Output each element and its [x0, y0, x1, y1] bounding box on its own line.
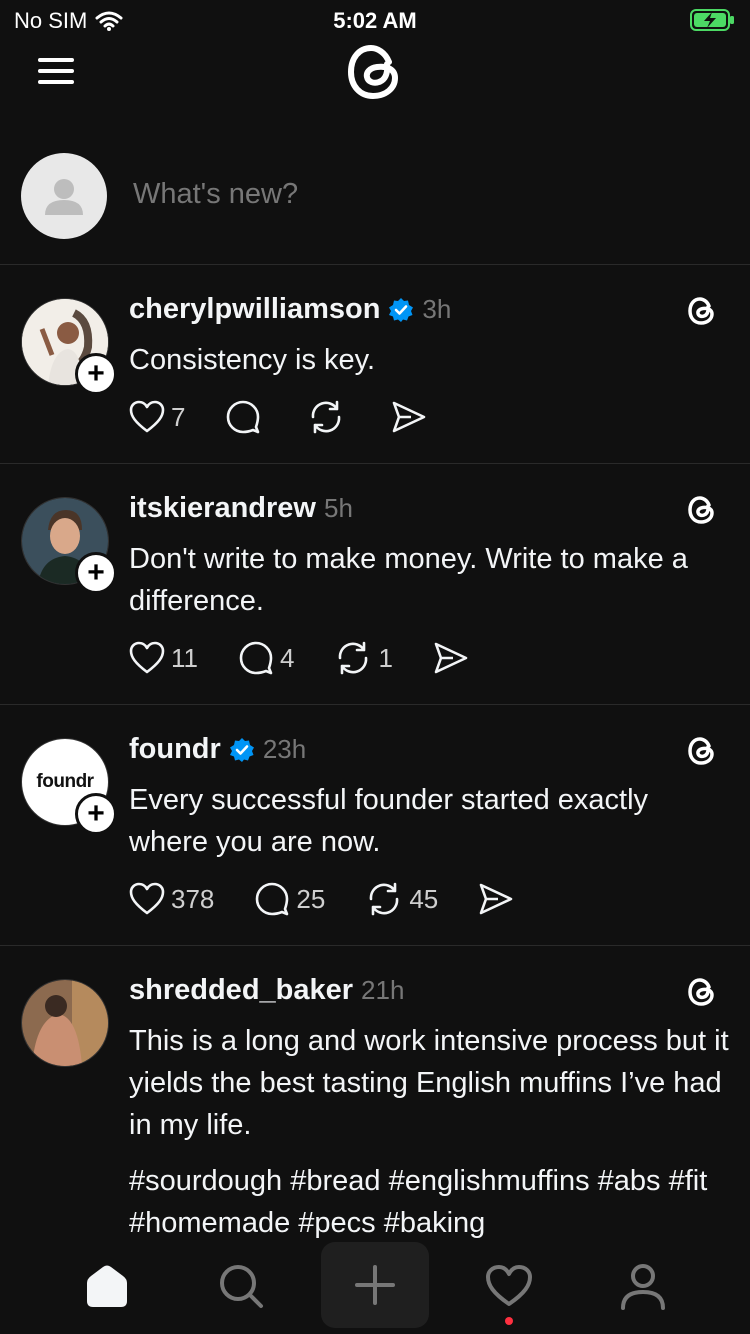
- threads-mini-icon[interactable]: [686, 976, 718, 1008]
- follow-button[interactable]: +: [75, 353, 117, 395]
- post-header: foundr 23h: [129, 733, 306, 766]
- share-icon: [393, 401, 426, 433]
- post-avatar[interactable]: [21, 979, 109, 1067]
- username[interactable]: cherylpwilliamson: [129, 293, 380, 326]
- repost-button[interactable]: [307, 399, 351, 435]
- threads-logo-icon[interactable]: [343, 40, 407, 104]
- battery-charging-icon: [690, 9, 734, 31]
- heart-icon: [129, 641, 165, 674]
- menu-icon[interactable]: [38, 56, 74, 84]
- composer-input[interactable]: What's new?: [133, 178, 298, 211]
- threads-mini-icon[interactable]: [686, 735, 718, 767]
- foundr-logo: foundr: [36, 771, 94, 792]
- post[interactable]: + cherylpwilliamson 3h Consistency is ke…: [0, 265, 750, 464]
- post-header: shredded_baker 21h: [129, 974, 404, 1007]
- tab-create[interactable]: [321, 1242, 429, 1328]
- avatar: [21, 979, 109, 1067]
- tab-search[interactable]: [191, 1238, 291, 1334]
- reply-button[interactable]: 25: [254, 881, 325, 917]
- tab-profile[interactable]: [593, 1238, 693, 1334]
- post-avatar[interactable]: +: [21, 497, 117, 594]
- share-button[interactable]: [433, 641, 469, 675]
- post-header: cherylpwilliamson 3h: [129, 293, 451, 326]
- username[interactable]: itskierandrew: [129, 492, 316, 525]
- notification-dot: [505, 1317, 513, 1325]
- comment-icon: [227, 400, 260, 434]
- post-avatar[interactable]: +: [21, 298, 117, 395]
- post-actions: 7: [129, 399, 467, 435]
- repost-count: 1: [378, 642, 393, 673]
- post-time: 5h: [323, 493, 353, 523]
- repost-count: 45: [409, 883, 439, 914]
- repost-button[interactable]: 1: [334, 640, 393, 676]
- like-button[interactable]: 7: [129, 400, 185, 434]
- tab-home[interactable]: [57, 1238, 157, 1334]
- post-time: 3h: [422, 294, 452, 324]
- heart-icon: [486, 1265, 532, 1306]
- post-actions: 378 25 45: [129, 881, 554, 917]
- user-avatar[interactable]: [21, 153, 107, 239]
- heart-icon: [129, 882, 165, 915]
- post-time: 21h: [361, 975, 405, 1005]
- default-avatar-icon: [45, 179, 83, 215]
- repost-icon: [339, 641, 368, 675]
- verified-badge-icon: [229, 737, 254, 762]
- repost-icon: [312, 400, 341, 434]
- home-icon: [87, 1265, 127, 1307]
- search-icon: [220, 1265, 263, 1308]
- comment-icon: [239, 641, 273, 675]
- reply-button[interactable]: 4: [238, 640, 294, 676]
- reply-button[interactable]: [225, 399, 267, 435]
- share-button[interactable]: [478, 882, 514, 916]
- status-bar: No SIM 5:02 AM: [0, 0, 750, 40]
- heart-icon: [129, 400, 165, 433]
- verified-badge-icon: [389, 297, 414, 322]
- post[interactable]: + itskierandrew 5h Don't write to make m…: [0, 464, 750, 705]
- follow-button[interactable]: +: [75, 793, 117, 835]
- post[interactable]: foundr + foundr 23h Every successful fou…: [0, 705, 750, 946]
- follow-button[interactable]: +: [75, 552, 117, 594]
- post-text: Every successful founder started exactly…: [129, 784, 649, 858]
- like-count: 378: [171, 883, 215, 914]
- create-icon: [355, 1265, 395, 1305]
- profile-icon: [621, 1264, 665, 1310]
- share-button[interactable]: [391, 400, 427, 434]
- reply-count: 4: [280, 642, 295, 673]
- like-button[interactable]: 378: [129, 882, 214, 916]
- post-avatar[interactable]: foundr +: [21, 738, 117, 835]
- comment-icon: [256, 882, 289, 916]
- post-text: Don't write to make money. Write to make…: [129, 543, 688, 617]
- avatar-photo-icon: [22, 980, 108, 1066]
- post[interactable]: shredded_baker 21h This is a long and wo…: [0, 946, 750, 1238]
- bottom-tab-bar: [0, 1238, 750, 1334]
- post-text: Consistency is key.: [129, 344, 376, 376]
- repost-button[interactable]: 45: [365, 881, 438, 917]
- like-count: 7: [171, 401, 186, 432]
- share-icon: [434, 642, 468, 674]
- app-header: [0, 40, 750, 110]
- post-header: itskierandrew 5h: [129, 492, 353, 525]
- share-icon: [479, 883, 513, 915]
- like-button[interactable]: 11: [129, 641, 198, 675]
- post-actions: 11 4 1: [129, 640, 509, 676]
- like-count: 11: [171, 642, 198, 673]
- username[interactable]: foundr: [129, 733, 221, 766]
- new-post-composer[interactable]: What's new?: [0, 150, 750, 265]
- post-text: This is a long and work intensive proces…: [129, 1025, 729, 1141]
- clock: 5:02 AM: [333, 8, 417, 33]
- username[interactable]: shredded_baker: [129, 974, 353, 1007]
- post-time: 23h: [262, 734, 307, 764]
- repost-icon: [370, 882, 399, 916]
- threads-mini-icon[interactable]: [686, 494, 718, 526]
- reply-count: 25: [296, 883, 326, 914]
- post-hashtags[interactable]: #sourdough #bread #englishmuffins #abs #…: [129, 1160, 729, 1238]
- threads-mini-icon[interactable]: [686, 295, 718, 327]
